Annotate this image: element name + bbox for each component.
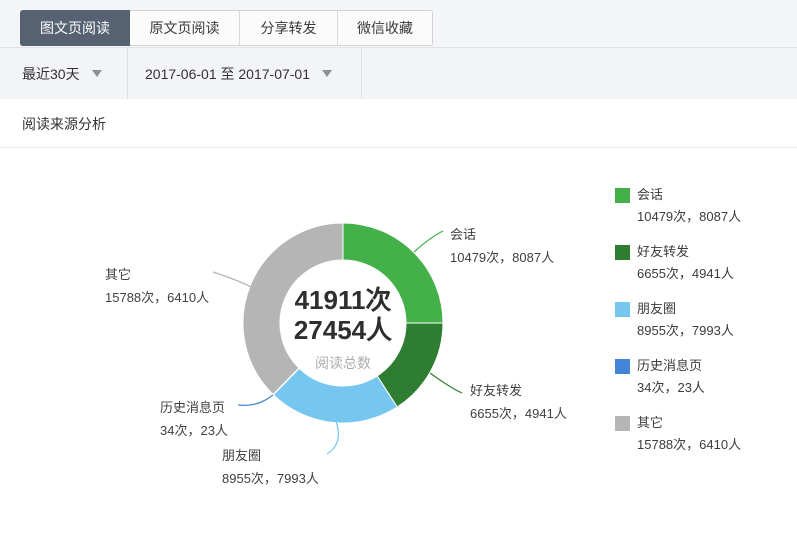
legend-name: 朋友圈 (637, 300, 676, 318)
slice-label-name: 历史消息页 (160, 399, 228, 416)
legend-item-other: 其它 15788次，6410人 (615, 414, 790, 454)
date-preset-dropdown[interactable]: 最近30天 (0, 48, 128, 99)
header-bar: 图文页阅读 原文页阅读 分享转发 微信收藏 (0, 0, 797, 48)
total-readers: 27454人 (243, 315, 443, 345)
leader-line-3 (238, 395, 273, 405)
slice-label-value: 8955次，7993人 (222, 470, 319, 487)
slice-label-history-page: 历史消息页 34次，23人 (160, 399, 228, 439)
slice-label-session: 会话 10479次，8087人 (450, 226, 554, 266)
legend-name: 会话 (637, 186, 663, 204)
slice-label-value: 34次，23人 (160, 422, 228, 439)
leader-line-2 (327, 421, 338, 454)
slice-label-friend-forward: 好友转发 6655次，4941人 (470, 382, 567, 422)
legend-value: 8955次，7993人 (637, 322, 790, 340)
slice-label-name: 会话 (450, 226, 554, 243)
slice-label-value: 10479次，8087人 (450, 249, 554, 266)
legend-item-history-page: 历史消息页 34次，23人 (615, 357, 790, 397)
slice-label-other: 其它 15788次，6410人 (105, 266, 209, 306)
donut-center-label: 41911次 27454人 阅读总数 (243, 285, 443, 373)
leader-line-1 (430, 373, 462, 393)
legend-swatch (615, 302, 630, 317)
chevron-down-icon (92, 70, 102, 77)
legend-swatch (615, 359, 630, 374)
filter-bar: 最近30天 2017-06-01 至 2017-07-01 (0, 48, 797, 99)
chevron-down-icon (322, 70, 332, 77)
legend-swatch (615, 416, 630, 431)
legend-swatch (615, 188, 630, 203)
tab-group: 图文页阅读 原文页阅读 分享转发 微信收藏 (20, 10, 433, 46)
date-range-label: 2017-06-01 至 2017-07-01 (145, 64, 310, 84)
legend-name: 其它 (637, 414, 663, 432)
legend-value: 34次，23人 (637, 379, 790, 397)
tab-original-page-reads[interactable]: 原文页阅读 (130, 11, 240, 45)
slice-label-name: 其它 (105, 266, 209, 283)
tab-wechat-favorites[interactable]: 微信收藏 (338, 11, 432, 45)
slice-label-value: 15788次，6410人 (105, 289, 209, 306)
tab-share-forward[interactable]: 分享转发 (240, 11, 338, 45)
leader-line-0 (414, 231, 443, 252)
legend-value: 10479次，8087人 (637, 208, 790, 226)
legend-item-friend-forward: 好友转发 6655次，4941人 (615, 243, 790, 283)
chart-legend: 会话 10479次，8087人 好友转发 6655次，4941人 朋友圈 895… (615, 186, 790, 471)
legend-value: 6655次，4941人 (637, 265, 790, 283)
legend-item-moments: 朋友圈 8955次，7993人 (615, 300, 790, 340)
legend-name: 历史消息页 (637, 357, 702, 375)
slice-label-name: 好友转发 (470, 382, 567, 399)
read-source-chart-region: 41911次 27454人 阅读总数 会话 10479次，8087人 好友转发 … (0, 148, 797, 560)
slice-label-name: 朋友圈 (222, 447, 319, 464)
legend-value: 15788次，6410人 (637, 436, 790, 454)
legend-swatch (615, 245, 630, 260)
total-reads: 41911次 (243, 285, 443, 315)
slice-label-moments: 朋友圈 8955次，7993人 (222, 447, 319, 487)
date-range-picker[interactable]: 2017-06-01 至 2017-07-01 (128, 48, 362, 99)
legend-name: 好友转发 (637, 243, 689, 261)
total-caption: 阅读总数 (243, 353, 443, 373)
tab-image-text-reads[interactable]: 图文页阅读 (20, 10, 130, 46)
legend-item-session: 会话 10479次，8087人 (615, 186, 790, 226)
slice-label-value: 6655次，4941人 (470, 405, 567, 422)
date-preset-label: 最近30天 (22, 64, 80, 84)
section-title: 阅读来源分析 (0, 99, 797, 148)
